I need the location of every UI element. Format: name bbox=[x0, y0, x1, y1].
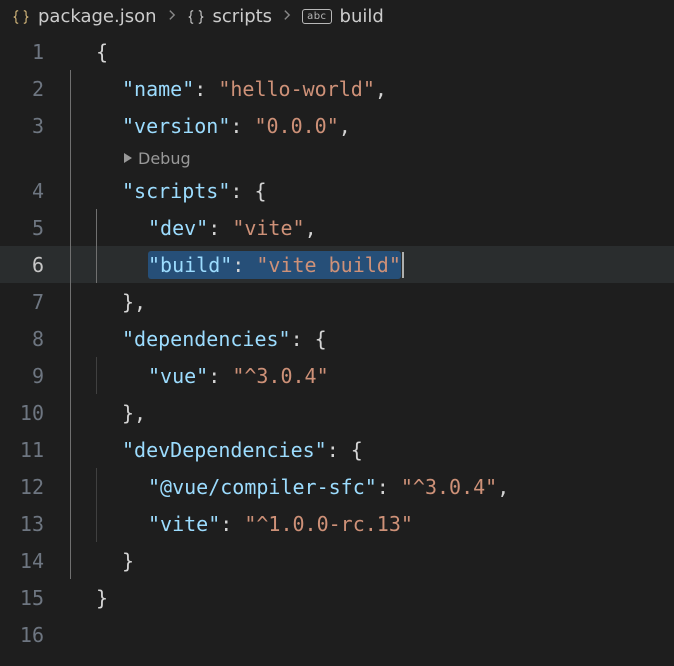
line-number: 11 bbox=[0, 438, 70, 462]
json-string: "0.0.0" bbox=[254, 114, 338, 138]
line-number: 8 bbox=[0, 327, 70, 351]
line-number: 3 bbox=[0, 114, 70, 138]
code-editor[interactable]: 1 { 2 "name": "hello-world", 3 "version"… bbox=[0, 33, 674, 653]
code-line[interactable]: 14 } bbox=[0, 542, 674, 579]
json-key: "@vue/compiler-sfc" bbox=[148, 475, 377, 499]
json-string: "^3.0.4" bbox=[232, 364, 328, 388]
json-key: "version" bbox=[122, 114, 230, 138]
code-line[interactable]: 11 "devDependencies": { bbox=[0, 431, 674, 468]
line-number: 16 bbox=[0, 623, 70, 647]
code-line[interactable]: 2 "name": "hello-world", bbox=[0, 70, 674, 107]
breadcrumb-file[interactable]: package.json bbox=[38, 6, 157, 27]
breadcrumb[interactable]: package.json scripts abc build bbox=[0, 0, 674, 33]
json-key: "build" bbox=[148, 253, 232, 277]
line-number: 4 bbox=[0, 179, 70, 203]
breadcrumb-scripts[interactable]: scripts bbox=[213, 6, 273, 27]
json-string: "^3.0.4" bbox=[401, 475, 497, 499]
line-number: 6 bbox=[0, 253, 70, 277]
cursor bbox=[402, 252, 404, 278]
braces-icon bbox=[12, 8, 30, 26]
chevron-right-icon bbox=[280, 7, 294, 26]
code-line[interactable]: 6 "build": "vite build" bbox=[0, 246, 674, 283]
json-string: "vite build" bbox=[256, 253, 401, 277]
json-key: "dev" bbox=[148, 216, 208, 240]
code-line[interactable]: 8 "dependencies": { bbox=[0, 320, 674, 357]
line-number: 7 bbox=[0, 290, 70, 314]
line-number: 15 bbox=[0, 586, 70, 610]
code-line[interactable]: 13 "vite": "^1.0.0-rc.13" bbox=[0, 505, 674, 542]
line-number: 2 bbox=[0, 77, 70, 101]
codelens-line: Debug bbox=[0, 144, 674, 172]
line-number: 1 bbox=[0, 40, 70, 64]
json-key: "vite" bbox=[148, 512, 220, 536]
code-line[interactable]: 15 } bbox=[0, 579, 674, 616]
code-line[interactable]: 1 { bbox=[0, 33, 674, 70]
code-line[interactable]: 7 }, bbox=[0, 283, 674, 320]
json-string: "vite" bbox=[232, 216, 304, 240]
play-icon bbox=[124, 153, 132, 163]
debug-codelens[interactable]: Debug bbox=[122, 149, 191, 168]
brace: { bbox=[96, 40, 108, 64]
json-string: "^1.0.0-rc.13" bbox=[244, 512, 413, 536]
line-number: 10 bbox=[0, 401, 70, 425]
line-number: 12 bbox=[0, 475, 70, 499]
code-line[interactable]: 9 "vue": "^3.0.4" bbox=[0, 357, 674, 394]
json-key: "name" bbox=[122, 77, 194, 101]
json-key: "vue" bbox=[148, 364, 208, 388]
line-number: 5 bbox=[0, 216, 70, 240]
json-key: "devDependencies" bbox=[122, 438, 327, 462]
code-line[interactable]: 16 bbox=[0, 616, 674, 653]
code-line[interactable]: 5 "dev": "vite", bbox=[0, 209, 674, 246]
code-line[interactable]: 12 "@vue/compiler-sfc": "^3.0.4", bbox=[0, 468, 674, 505]
braces-icon bbox=[187, 8, 205, 26]
breadcrumb-build[interactable]: build bbox=[340, 6, 384, 27]
selection: "build": "vite build" bbox=[148, 251, 401, 279]
code-line[interactable]: 4 "scripts": { bbox=[0, 172, 674, 209]
json-key: "scripts" bbox=[122, 179, 230, 203]
line-number: 9 bbox=[0, 364, 70, 388]
json-key: "dependencies" bbox=[122, 327, 291, 351]
chevron-right-icon bbox=[165, 7, 179, 26]
code-line[interactable]: 3 "version": "0.0.0", bbox=[0, 107, 674, 144]
json-string: "hello-world" bbox=[218, 77, 375, 101]
line-number: 13 bbox=[0, 512, 70, 536]
string-symbol-icon: abc bbox=[302, 9, 331, 24]
line-number: 14 bbox=[0, 549, 70, 573]
code-line[interactable]: 10 }, bbox=[0, 394, 674, 431]
